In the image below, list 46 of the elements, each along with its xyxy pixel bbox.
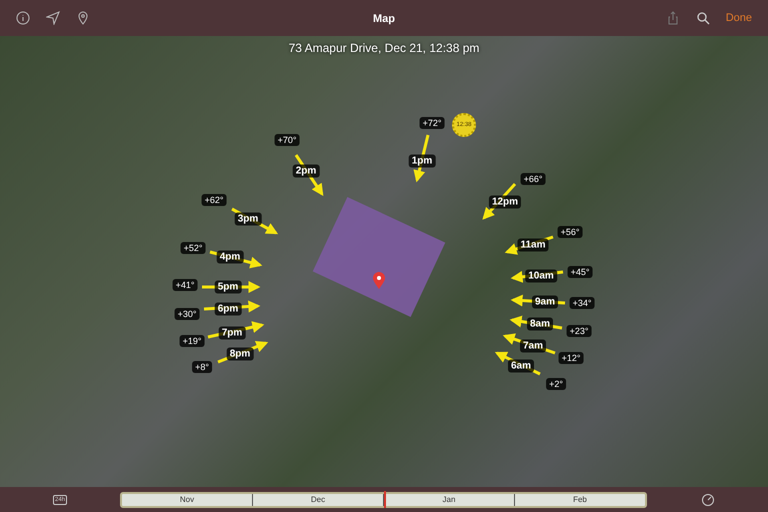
done-button[interactable]: Done: [726, 10, 752, 26]
date-timeline-slider[interactable]: Nov Dec Jan Feb: [120, 492, 647, 508]
sun-elevation-label: +2°: [546, 378, 566, 390]
sun-elevation-label: +52°: [180, 242, 206, 254]
hour-label: 11am: [517, 238, 549, 252]
share-icon[interactable]: [666, 11, 680, 25]
hour-label: 8am: [527, 318, 553, 330]
sun-elevation-label: +12°: [558, 352, 584, 364]
hour-label: 6am: [508, 360, 534, 372]
sun-elevation-label: +30°: [174, 308, 200, 320]
hour-label: 7pm: [218, 326, 246, 340]
location-caption: 73 Amapur Drive, Dec 21, 12:38 pm: [288, 40, 480, 57]
search-icon[interactable]: [696, 11, 710, 25]
clock-reset-icon[interactable]: [700, 492, 714, 506]
hour-label: 8pm: [226, 348, 254, 360]
sun-elevation-label: +41°: [172, 279, 198, 291]
month-label: Dec: [310, 494, 326, 506]
sun-elevation-label: +23°: [566, 325, 592, 337]
sun-elevation-label: +62°: [202, 194, 226, 206]
month-label: Feb: [573, 494, 587, 506]
hour-label: 7am: [520, 340, 546, 352]
month-label: Jan: [442, 494, 456, 506]
hour-label: 9am: [532, 296, 558, 308]
location-arrow-icon[interactable]: [46, 11, 60, 25]
hour-label: 4pm: [216, 250, 244, 264]
toolbar-title: Map: [373, 13, 395, 25]
hour-label: 1pm: [408, 154, 436, 168]
sun-elevation-label: +70°: [274, 134, 300, 146]
hour-label: 12pm: [488, 196, 522, 208]
hour-label: 5pm: [214, 280, 242, 294]
sun-elevation-label: +8°: [192, 361, 212, 373]
sun-elevation-label: +66°: [520, 173, 546, 185]
hour-label: 10am: [525, 270, 557, 282]
info-icon[interactable]: [16, 11, 30, 25]
sun-elevation-label: +19°: [180, 335, 204, 347]
sun-elevation-label: +34°: [570, 297, 594, 309]
sun-elevation-label: +72°: [420, 117, 444, 129]
month-label: Nov: [180, 494, 194, 506]
sun-elevation-label: +45°: [568, 266, 592, 278]
location-pin-icon: [372, 272, 386, 290]
map-pin-icon[interactable]: [76, 11, 90, 25]
hour-label: 2pm: [292, 164, 320, 178]
hour-label: 6pm: [214, 302, 242, 316]
sun-elevation-label: +56°: [558, 226, 582, 238]
current-date-marker[interactable]: [384, 490, 386, 508]
hour-label: 3pm: [234, 212, 262, 226]
